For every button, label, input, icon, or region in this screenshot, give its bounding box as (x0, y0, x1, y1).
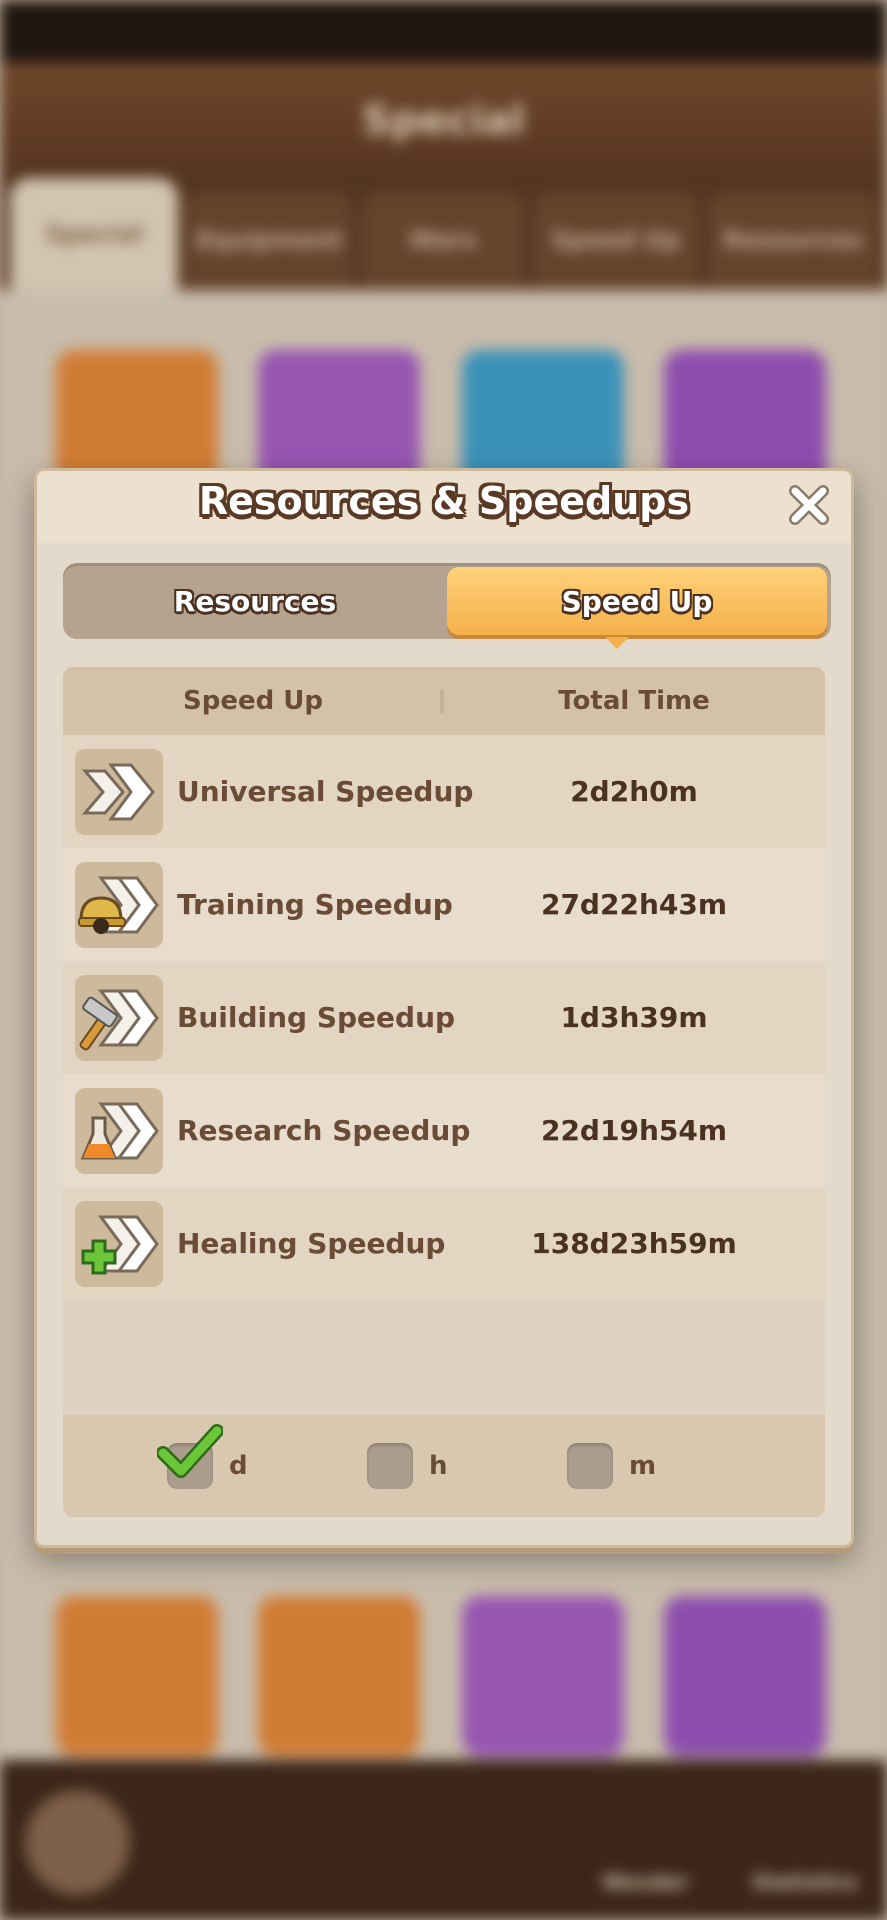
tab-resources[interactable]: Resources (63, 563, 447, 639)
building-speedup-icon (75, 975, 163, 1061)
table-header: Speed Up Total Time (63, 667, 825, 735)
time-unit-selector: d h m (63, 1415, 825, 1517)
close-button[interactable] (785, 481, 833, 529)
table-row: Training Speedup 27d22h43m (63, 848, 825, 961)
checkbox-minutes[interactable] (567, 1443, 613, 1489)
unit-label-hours: h (429, 1451, 448, 1481)
speedup-total-time: 22d19h54m (540, 1114, 728, 1147)
unit-option-minutes[interactable]: m (567, 1439, 656, 1493)
speedup-name: Universal Speedup (177, 775, 474, 808)
speedup-name: Healing Speedup (177, 1227, 446, 1260)
table-row: Building Speedup 1d3h39m (63, 961, 825, 1074)
speedup-total-time: 2d2h0m (570, 775, 698, 808)
unit-option-days[interactable]: d (157, 1424, 248, 1493)
unit-option-hours[interactable]: h (367, 1439, 448, 1493)
table-row: Universal Speedup 2d2h0m (63, 735, 825, 848)
modal-title: Resources & Speedups (198, 479, 690, 523)
training-speedup-icon (75, 862, 163, 948)
checkmark-icon (157, 1424, 223, 1478)
speedup-total-time: 1d3h39m (560, 1001, 708, 1034)
healing-speedup-icon (75, 1201, 163, 1287)
tab-switcher: Resources Speed Up (63, 563, 831, 639)
speedup-name: Building Speedup (177, 1001, 456, 1034)
speedup-name: Research Speedup (177, 1114, 471, 1147)
table-row: Research Speedup 22d19h54m (63, 1074, 825, 1187)
active-tab-pointer (605, 637, 629, 649)
unit-label-days: d (229, 1451, 248, 1481)
column-header-total-time: Total Time (558, 686, 710, 716)
unit-label-minutes: m (629, 1451, 657, 1481)
universal-speedup-icon (75, 749, 163, 835)
research-speedup-icon (75, 1088, 163, 1174)
close-icon (789, 485, 829, 525)
checkbox-days[interactable] (157, 1424, 223, 1489)
checkbox-hours[interactable] (367, 1443, 413, 1489)
column-header-speed-up: Speed Up (183, 686, 323, 716)
speedup-total-time: 27d22h43m (540, 888, 728, 921)
speedup-name: Training Speedup (177, 888, 453, 921)
resources-speedups-modal: Resources & Speedups Resources Speed Up … (34, 468, 854, 1548)
table-row: Healing Speedup 138d23h59m (63, 1187, 825, 1300)
speedup-total-time: 138d23h59m (531, 1227, 737, 1260)
speedup-table: Speed Up Total Time Universal Speedup 2d… (63, 667, 825, 1517)
modal-header: Resources & Speedups (37, 471, 851, 543)
tab-speed-up[interactable]: Speed Up (447, 567, 827, 635)
